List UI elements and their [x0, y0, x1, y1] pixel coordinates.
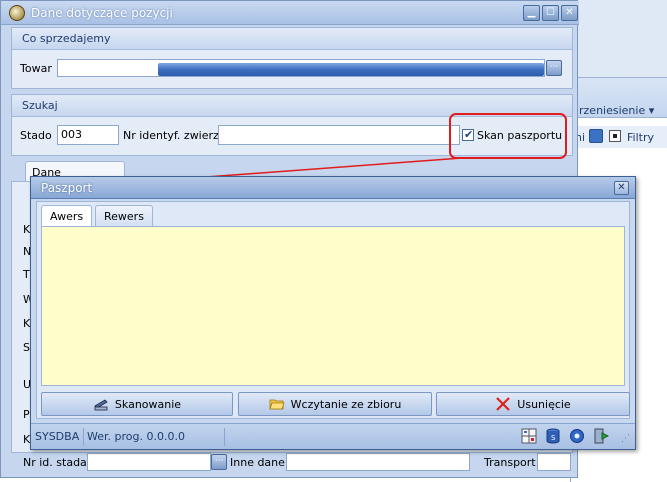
filtry-button[interactable]: Filtry [627, 131, 654, 144]
co-sprzedajemy-header: Co sprzedajemy [12, 28, 572, 50]
paszport-status-bar: SYSDBA Wer. prog. 0.0.0.0 S ⋰ [31, 423, 635, 449]
resize-grip-icon[interactable]: ⋰ [621, 434, 630, 444]
field-label-t: T [23, 268, 30, 281]
scan-image-area[interactable] [41, 226, 625, 386]
inne-dane-label: Inne dane [230, 456, 285, 469]
main-title-bar[interactable]: Dane dotyczące pozycji ▁ ☐ ✕ [1, 1, 579, 25]
field-label-s: S [23, 341, 30, 354]
minimize-button[interactable]: ▁ [523, 5, 540, 21]
calculator-icon[interactable] [521, 428, 537, 444]
background-option-icon[interactable] [609, 130, 621, 142]
background-dropdown-icon[interactable] [589, 129, 603, 143]
maximize-button[interactable]: ☐ [542, 5, 559, 21]
co-sprzedajemy-section: Co sprzedajemy Towar ··· [11, 27, 573, 89]
towar-input[interactable] [57, 59, 545, 77]
folder-open-icon [269, 396, 285, 412]
przeniesienie-menu[interactable]: rzeniesienie ▾ [579, 104, 654, 117]
stado-input[interactable]: 003 [57, 125, 119, 145]
transport-input[interactable] [537, 453, 571, 471]
skanowanie-label: Skanowanie [114, 397, 182, 411]
nr-id-stada-label: Nr id. stada [23, 456, 87, 469]
usuniecie-label: Usunięcie [517, 397, 571, 411]
tab-rewers[interactable]: Rewers [95, 205, 153, 226]
transport-label: Transport [484, 456, 536, 469]
nr-id-stada-input[interactable] [87, 453, 211, 471]
skan-paszportu-highlight [449, 113, 567, 159]
close-button[interactable]: ✕ [561, 5, 578, 21]
inne-dane-input[interactable] [286, 453, 470, 471]
towar-browse-button[interactable]: ··· [546, 60, 562, 76]
towar-label: Towar [20, 62, 52, 75]
settings-gear-icon[interactable] [569, 428, 585, 444]
paszport-close-button[interactable]: ✕ [614, 181, 629, 195]
status-user: SYSDBA [31, 428, 85, 446]
paszport-title: Paszport [41, 181, 93, 195]
delete-x-icon [495, 396, 511, 412]
svg-text:S: S [551, 434, 556, 442]
nr-id-stada-browse-button[interactable]: ··· [211, 454, 227, 470]
background-toolbar: rzeniesienie ▾ [571, 78, 667, 118]
background-window-header [571, 0, 667, 78]
skanowanie-button[interactable]: Skanowanie [41, 392, 233, 416]
app-icon [9, 5, 25, 21]
database-icon[interactable]: S [545, 428, 561, 444]
exit-door-icon[interactable] [593, 428, 610, 444]
field-label-p: P [23, 408, 30, 421]
status-version: Wer. prog. 0.0.0.0 [83, 428, 225, 446]
paszport-title-bar[interactable]: Paszport ✕ [31, 177, 635, 199]
stado-label: Stado [20, 129, 52, 142]
wczytanie-ze-zbioru-button[interactable]: Wczytanie ze zbioru [238, 392, 432, 416]
paszport-window: Paszport ✕ Awers Rewers Skanowanie Wczyt… [30, 176, 636, 450]
paszport-body: Awers Rewers Skanowanie Wczytanie ze zbi… [36, 201, 630, 419]
nr-identyf-input[interactable] [218, 125, 460, 145]
usuniecie-button[interactable]: Usunięcie [436, 392, 630, 416]
scanner-icon [93, 396, 109, 412]
main-window-title: Dane dotyczące pozycji [31, 6, 173, 20]
nr-identyf-label: Nr identyf. zwierz. [123, 129, 223, 142]
towar-selection-bar [158, 63, 544, 76]
tab-awers[interactable]: Awers [41, 205, 93, 227]
wczytanie-label: Wczytanie ze zbioru [290, 397, 402, 411]
